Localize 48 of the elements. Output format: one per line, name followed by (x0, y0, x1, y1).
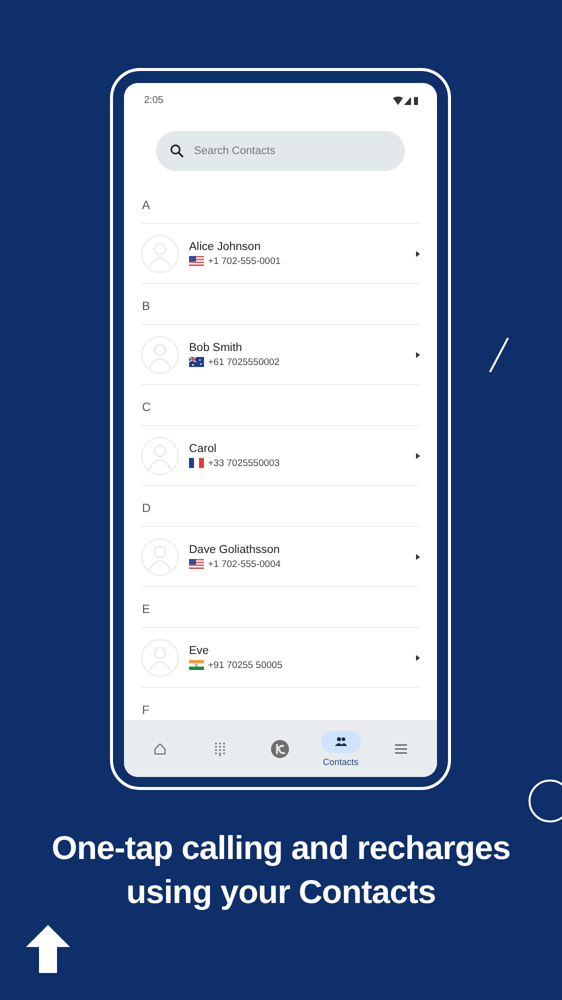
caret-icon (416, 654, 420, 660)
caret-icon (416, 554, 420, 560)
flag-icon (189, 458, 204, 468)
contacts-icon (334, 737, 347, 746)
circle-decoration (528, 779, 562, 823)
phone-number: +1 702-555-0004 (208, 558, 281, 570)
phone-number: +1 702-555-0001 (208, 256, 281, 266)
section-letter: B (141, 284, 420, 325)
headline: One-tap calling and recharges using your Contacts (50, 828, 512, 912)
contact-row[interactable]: Carol +33 7025550003 (141, 426, 420, 486)
up-arrow-icon (25, 924, 71, 974)
caret-icon (416, 352, 420, 358)
contact-row[interactable]: Bob Smith +61 7025550002 (141, 325, 420, 385)
contact-row[interactable]: Dave Goliathsson +1 702-555-0004 (141, 527, 420, 587)
phone-number: +61 7025550002 (208, 356, 280, 368)
avatar-icon (141, 436, 179, 474)
phone-number: +91 70255 50005 (208, 660, 282, 670)
flag-icon (189, 559, 204, 569)
flag-icon (189, 256, 204, 266)
avatar-icon (141, 538, 179, 576)
contact-name: Carol (189, 442, 218, 454)
search-field[interactable]: Search Contacts (156, 131, 405, 171)
home-icon (154, 742, 166, 754)
contact-row[interactable]: Alice Johnson +1 702-555-0001 (141, 224, 420, 284)
contact-row[interactable]: Eve +91 70255 50005 (141, 628, 420, 688)
menu-icon (394, 744, 407, 754)
logo-icon (271, 740, 290, 758)
avatar-icon (141, 638, 179, 676)
flag-icon (189, 357, 204, 367)
section-letter: E (141, 587, 420, 628)
caret-icon (416, 250, 420, 256)
search-icon (170, 144, 184, 158)
dialpad-icon (214, 742, 226, 756)
contact-name: Bob Smith (189, 342, 244, 354)
contact-name: Alice Johnson (189, 240, 262, 252)
flag-icon (189, 660, 204, 670)
status-icons (393, 96, 419, 106)
phone-number: +33 7025550003 (208, 458, 280, 468)
slash-decoration (488, 337, 510, 373)
status-time: 2:05 (144, 95, 164, 106)
caret-icon (416, 452, 420, 458)
contact-name: Eve (189, 644, 210, 656)
avatar-icon (141, 336, 179, 374)
section-letter: A (141, 183, 420, 224)
avatar-icon (141, 234, 179, 272)
section-letter: C (141, 385, 420, 426)
contact-name: Dave Goliathsson (189, 544, 281, 556)
section-letter: D (141, 486, 420, 527)
